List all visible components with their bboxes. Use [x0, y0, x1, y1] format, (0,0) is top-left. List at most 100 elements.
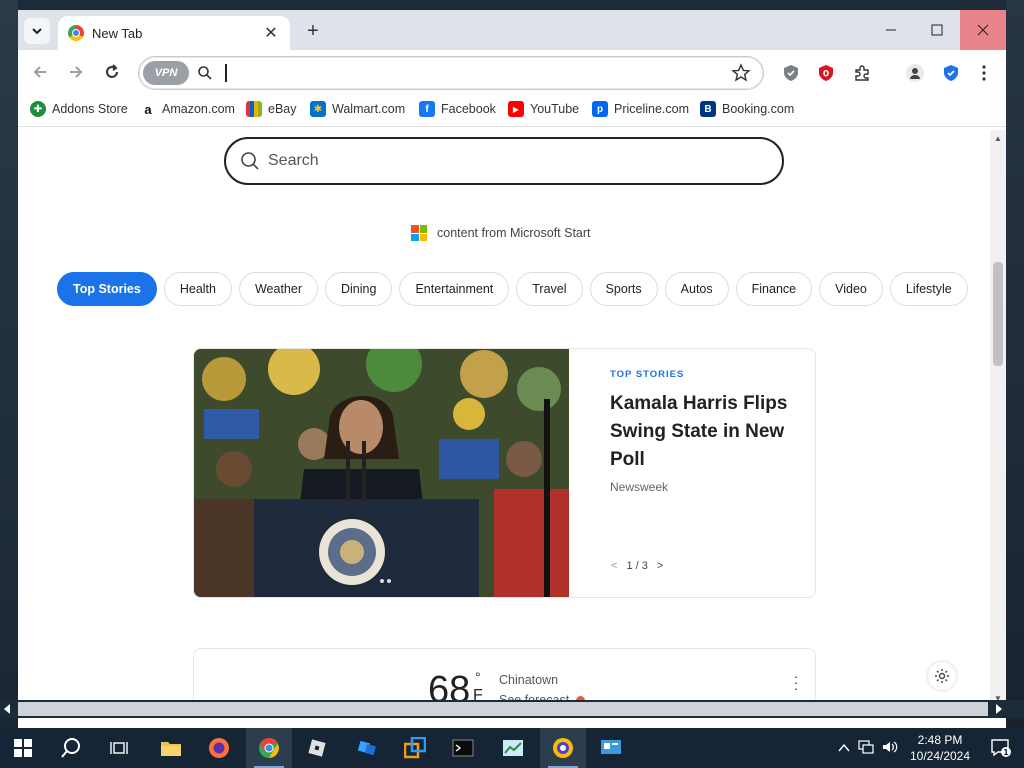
menu-kebab-icon[interactable] — [973, 62, 995, 84]
bookmark-addons-store[interactable]: ✚ Addons Store — [30, 101, 128, 117]
content-source[interactable]: content from Microsoft Start — [411, 225, 591, 241]
facebook-icon: f — [419, 101, 435, 117]
tab-autos[interactable]: Autos — [664, 272, 729, 306]
taskbar-roblox-studio[interactable] — [344, 728, 390, 768]
tab-sports[interactable]: Sports — [589, 272, 658, 306]
microsoft-logo-icon — [411, 225, 427, 241]
page-settings-button[interactable] — [928, 662, 956, 690]
taskbar-roblox[interactable] — [294, 728, 340, 768]
maximize-button[interactable] — [914, 10, 960, 50]
task-view-button[interactable] — [96, 728, 142, 768]
back-button[interactable] — [26, 58, 54, 86]
taskbar-file-explorer[interactable] — [148, 728, 194, 768]
bookmark-youtube[interactable]: ▶ YouTube — [508, 101, 579, 117]
horizontal-scrollbar[interactable] — [0, 700, 1024, 718]
weather-card[interactable]: 68 ° F Chinatown See forecast ··· — [193, 648, 816, 708]
notification-center-button[interactable]: 1 — [978, 728, 1024, 768]
new-tab-page: Search content from Microsoft Start Top … — [18, 130, 990, 708]
puzzle-green-icon: ✚ — [30, 101, 46, 117]
scrollbar-thumb[interactable] — [993, 262, 1003, 366]
tab-entertainment[interactable]: Entertainment — [399, 272, 510, 306]
taskbar-search-button[interactable] — [48, 728, 94, 768]
ebay-icon — [246, 101, 262, 117]
minimize-button[interactable] — [868, 10, 914, 50]
ublock-icon[interactable]: 0 — [815, 62, 837, 84]
browser-window: New Tab ✕ + VPN 0 ✚ Addons Store a Amazo… — [18, 10, 1006, 728]
taskbar-app-orange-blue[interactable] — [392, 728, 438, 768]
search-icon — [198, 66, 212, 80]
bookmark-priceline[interactable]: p Priceline.com — [592, 101, 689, 117]
pager-prev-button[interactable]: < — [611, 560, 617, 572]
story-pager: < 1 / 3 > — [611, 560, 663, 572]
clock-date: 10/24/2024 — [909, 749, 971, 763]
tab-health[interactable]: Health — [163, 272, 232, 306]
tab-weather[interactable]: Weather — [238, 272, 318, 306]
app-windows-icon — [404, 737, 426, 759]
tab-travel[interactable]: Travel — [516, 272, 583, 306]
tab-top-stories[interactable]: Top Stories — [57, 272, 157, 306]
network-icon[interactable] — [858, 739, 874, 757]
browser-toolbar: VPN 0 — [18, 50, 1006, 95]
taskbar-remote-desktop[interactable] — [588, 728, 634, 768]
taskbar-browser-active[interactable] — [540, 728, 586, 768]
chrome-icon — [259, 738, 279, 758]
bookmark-ebay[interactable]: eBay — [246, 101, 297, 117]
privacy-extension-icon[interactable] — [780, 62, 802, 84]
taskbar-chrome[interactable] — [246, 728, 292, 768]
chevron-up-icon[interactable] — [838, 741, 850, 756]
start-button[interactable] — [0, 728, 46, 768]
desktop-background-right — [1006, 0, 1024, 728]
extensions-puzzle-icon[interactable] — [851, 62, 873, 84]
vertical-scrollbar[interactable]: ▲ ▼ — [990, 130, 1006, 708]
profile-avatar-icon[interactable] — [904, 62, 926, 84]
volume-icon[interactable] — [882, 740, 898, 757]
bookmark-label: Walmart.com — [332, 102, 406, 116]
reload-button[interactable] — [98, 58, 126, 86]
pager-next-button[interactable]: > — [657, 560, 663, 572]
windows-logo-icon — [14, 739, 32, 757]
tab-title: New Tab — [92, 25, 143, 41]
reload-icon — [106, 64, 118, 78]
bookmark-facebook[interactable]: f Facebook — [419, 101, 496, 117]
vpn-button[interactable]: VPN — [143, 61, 189, 85]
tab-video[interactable]: Video — [819, 272, 883, 306]
tab-new-tab[interactable]: New Tab ✕ — [58, 16, 290, 50]
search-placeholder: Search — [268, 152, 319, 169]
amazon-icon: a — [140, 101, 156, 117]
taskbar-clock[interactable]: 2:48 PM 10/24/2024 — [906, 732, 974, 764]
bookmark-amazon[interactable]: a Amazon.com — [140, 101, 235, 117]
story-source: Newsweek — [610, 480, 669, 494]
weather-menu-icon[interactable]: · · · — [792, 669, 800, 695]
taskbar-terminal[interactable] — [440, 728, 486, 768]
roblox-icon — [308, 739, 326, 757]
taskbar-chart-app[interactable] — [490, 728, 536, 768]
bookmark-label: Booking.com — [722, 102, 795, 116]
taskbar-firefox[interactable] — [196, 728, 242, 768]
bookmark-walmart[interactable]: ✱ Walmart.com — [310, 101, 405, 117]
walmart-icon: ✱ — [310, 101, 326, 117]
tab-lifestyle[interactable]: Lifestyle — [889, 272, 968, 306]
chevron-down-icon — [32, 28, 42, 35]
tab-search-button[interactable] — [24, 18, 50, 44]
remote-desktop-icon — [601, 740, 621, 754]
tab-finance[interactable]: Finance — [735, 272, 813, 306]
windows-taskbar: 2:48 PM 10/24/2024 1 — [0, 728, 1024, 768]
bookmark-label: YouTube — [530, 102, 580, 116]
tab-close-icon[interactable]: ✕ — [262, 23, 280, 43]
address-bar[interactable]: VPN — [138, 56, 764, 90]
story-image[interactable] — [194, 349, 569, 597]
story-headline[interactable]: Kamala Harris Flips Swing State in New P… — [610, 390, 800, 474]
star-icon[interactable] — [731, 63, 751, 83]
scroll-up-icon[interactable]: ▲ — [994, 134, 1002, 143]
text-caret — [225, 64, 227, 82]
top-story-card[interactable]: TOP STORIES Kamala Harris Flips Swing St… — [193, 348, 816, 598]
close-window-button[interactable] — [960, 10, 1006, 50]
tab-dining[interactable]: Dining — [325, 272, 393, 306]
new-tab-button[interactable]: + — [300, 18, 326, 44]
forward-button[interactable] — [62, 58, 90, 86]
weather-location[interactable]: Chinatown — [499, 673, 558, 687]
shield-blue-icon[interactable] — [940, 62, 962, 84]
page-search-box[interactable]: Search — [224, 137, 784, 185]
bookmark-booking[interactable]: B Booking.com — [700, 101, 794, 117]
maximize-icon — [931, 24, 943, 36]
